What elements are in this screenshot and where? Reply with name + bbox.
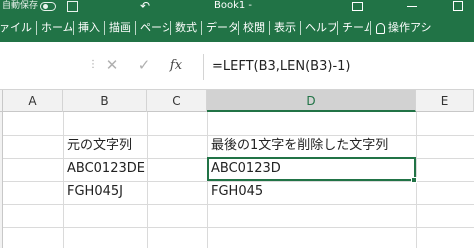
column-line: [147, 112, 148, 248]
row-line: [3, 227, 474, 228]
tab-divider: [370, 21, 371, 35]
tab-draw[interactable]: 描画: [106, 18, 134, 38]
fill-handle[interactable]: [411, 177, 417, 183]
cell-d-header[interactable]: 最後の1文字を削除した文字列: [207, 135, 388, 157]
tab-divider: [73, 21, 74, 35]
title-bar: 自動保存 ↶ Book1 -: [0, 0, 474, 14]
tab-divider: [36, 21, 37, 35]
lightbulb-icon: [376, 22, 385, 34]
tab-divider: [135, 21, 136, 35]
tell-me-box[interactable]: 操作アシ: [372, 18, 439, 38]
cell-b-value-2[interactable]: FGH045J: [63, 181, 123, 203]
tab-file[interactable]: ファイル: [0, 18, 35, 38]
cell-b-header[interactable]: 元の文字列: [63, 135, 132, 157]
active-cell-border: [207, 157, 416, 181]
formula-bar: ⋮ ✕ ✓ fx =LEFT(B3,LEN(B3)-1): [0, 42, 474, 90]
ribbon-tabs: ファイル ホーム 挿入 描画 ページ 数式 データ 校閲 表示 ヘルプ チーム …: [0, 14, 474, 42]
tab-page-layout[interactable]: ページ: [137, 18, 169, 38]
enter-icon[interactable]: ✓: [128, 56, 160, 74]
column-line: [63, 112, 64, 248]
tab-divider: [104, 21, 105, 35]
undo-icon[interactable]: ↶: [140, 0, 150, 12]
ribbon-display-options-icon[interactable]: [352, 2, 363, 11]
minimize-icon[interactable]: [407, 6, 417, 7]
tab-divider: [269, 21, 270, 35]
tab-review[interactable]: 校閲: [240, 18, 268, 38]
tab-help[interactable]: ヘルプ: [302, 18, 336, 38]
tab-view[interactable]: 表示: [271, 18, 299, 38]
tell-me-label: 操作アシ: [388, 21, 432, 34]
tab-divider: [337, 21, 338, 35]
column-header-c[interactable]: C: [147, 90, 207, 112]
tab-formulas[interactable]: 数式: [172, 18, 200, 38]
save-icon[interactable]: [67, 1, 78, 12]
column-header-e[interactable]: E: [416, 90, 474, 112]
tab-divider: [238, 21, 239, 35]
formula-controls: ✕ ✓ fx: [96, 56, 192, 74]
tab-divider: [201, 21, 202, 35]
tab-data[interactable]: データ: [203, 18, 237, 38]
column-header-d[interactable]: D: [207, 90, 416, 112]
tab-insert[interactable]: 挿入: [75, 18, 103, 38]
worksheet-grid: A B C D E 元の文字列 最後の1文字を削除した文字列 ABC0123DE…: [0, 90, 474, 248]
tab-home[interactable]: ホーム: [38, 18, 72, 38]
cell-d-value-2[interactable]: FGH045: [207, 181, 263, 203]
tab-divider: [170, 21, 171, 35]
row-line: [3, 204, 474, 205]
cell-b-value-1[interactable]: ABC0123DE: [63, 158, 145, 180]
insert-function-icon[interactable]: fx: [160, 58, 192, 73]
autosave-toggle[interactable]: [40, 2, 56, 11]
restore-icon[interactable]: [453, 1, 463, 11]
cancel-icon[interactable]: ✕: [96, 56, 128, 74]
workbook-title: Book1 -: [214, 0, 253, 11]
formula-input[interactable]: =LEFT(B3,LEN(B3)-1): [203, 54, 474, 80]
tab-team[interactable]: チーム: [339, 18, 369, 38]
column-header-a[interactable]: A: [3, 90, 63, 112]
column-header-row: A B C D E: [0, 90, 474, 112]
column-header-b[interactable]: B: [63, 90, 147, 112]
autosave-label: 自動保存: [2, 1, 39, 11]
tab-divider: [300, 21, 301, 35]
